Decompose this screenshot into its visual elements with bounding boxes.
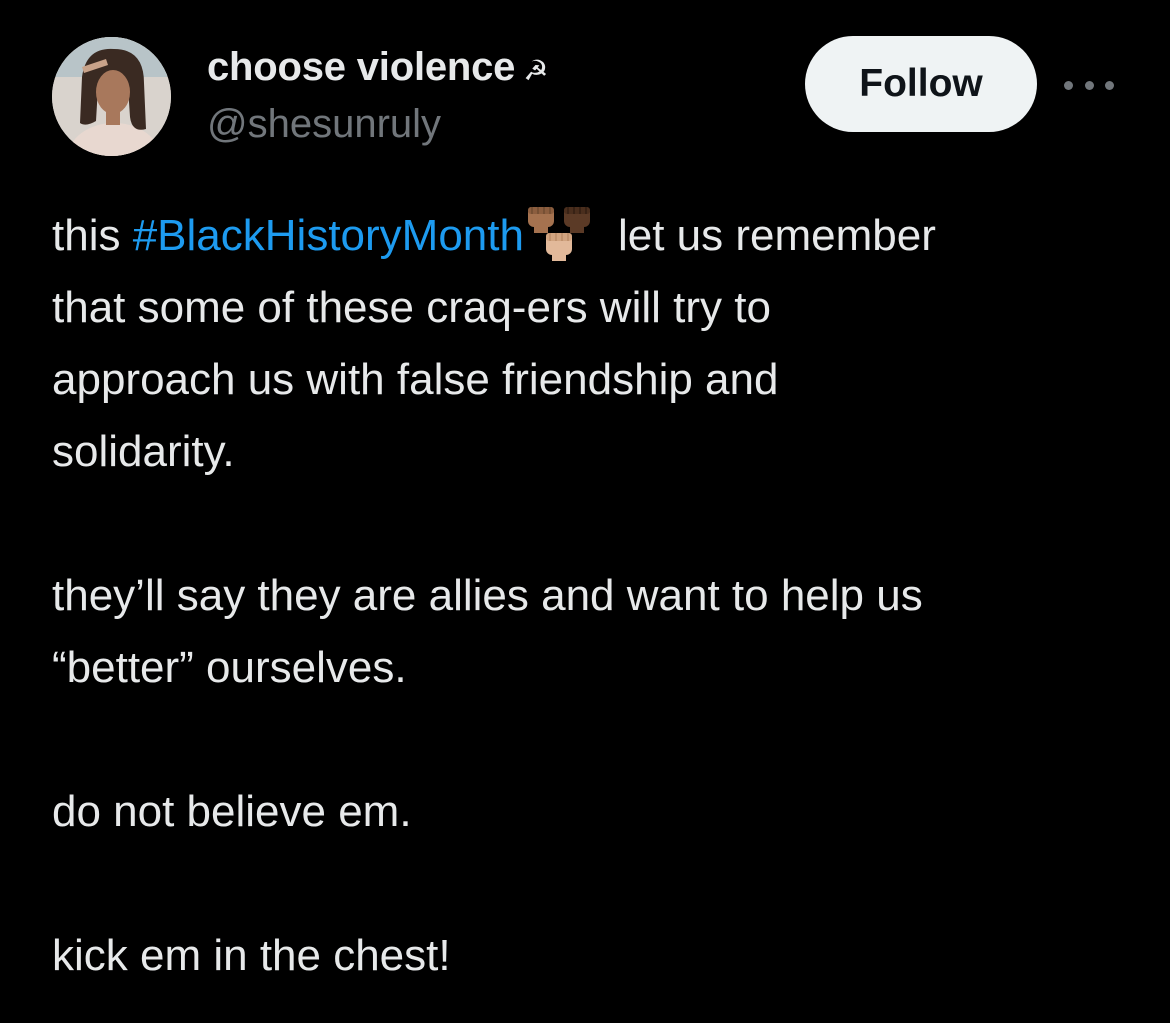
- tweet-line: approach us with false friendship and: [52, 355, 779, 404]
- handle[interactable]: @shesunruly: [207, 102, 441, 147]
- more-horizontal-icon[interactable]: [1064, 70, 1114, 100]
- tweet-line: “better” ourselves.: [52, 643, 407, 692]
- raised-fists-icon: [524, 203, 594, 263]
- avatar[interactable]: [52, 37, 171, 156]
- hashtag-link[interactable]: #BlackHistoryMonth: [133, 211, 524, 260]
- hammer-sickle-icon: ☭: [523, 54, 549, 86]
- tweet-line-text: let us remember: [617, 211, 936, 260]
- more-dot: [1084, 80, 1094, 90]
- follow-button[interactable]: Follow: [805, 36, 1037, 132]
- tweet-line: this #BlackHistoryMonth let us remember: [52, 200, 1132, 272]
- tweet-line-text: this: [52, 211, 133, 260]
- tweet-line: that some of these craq-ers will try to: [52, 283, 771, 332]
- tweet-line: solidarity.: [52, 427, 235, 476]
- display-name-row: choose violence ☭: [207, 44, 548, 90]
- tweet-line: kick em in the chest!: [52, 931, 451, 980]
- tweet-line: do not believe em.: [52, 787, 412, 836]
- more-dot: [1064, 80, 1073, 90]
- more-dot: [1105, 80, 1114, 90]
- display-name[interactable]: choose violence: [207, 45, 515, 90]
- avatar-photo: [52, 37, 171, 156]
- tweet-line: they’ll say they are allies and want to …: [52, 571, 923, 620]
- tweet-text: this #BlackHistoryMonth let us remember …: [52, 200, 1132, 992]
